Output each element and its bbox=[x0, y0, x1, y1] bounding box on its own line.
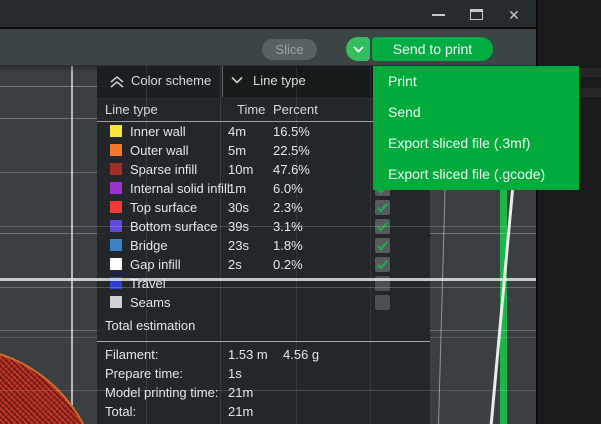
row-checkbox[interactable] bbox=[375, 238, 390, 253]
estimation-label: Prepare time: bbox=[105, 366, 183, 381]
menu-item-send[interactable]: Send bbox=[373, 97, 579, 128]
menu-item-print[interactable]: Print bbox=[373, 66, 579, 97]
color-swatch bbox=[110, 201, 122, 213]
estimation-label: Model printing time: bbox=[105, 385, 218, 400]
grid-line bbox=[0, 287, 536, 288]
restore-icon bbox=[470, 9, 483, 20]
send-to-print-menu: Print Send Export sliced file (.3mf) Exp… bbox=[373, 66, 579, 190]
row-percent: 47.6% bbox=[273, 162, 310, 177]
color-swatch bbox=[110, 258, 122, 270]
row-time: 5m bbox=[228, 143, 246, 158]
row-time: 2s bbox=[228, 257, 242, 272]
estimation-label: Total: bbox=[105, 404, 136, 419]
scheme-selector-value: Line type bbox=[253, 73, 306, 88]
right-side-panel bbox=[536, 0, 601, 424]
restore-button[interactable] bbox=[468, 7, 484, 23]
row-percent: 22.5% bbox=[273, 143, 310, 158]
row-label: Seams bbox=[130, 295, 170, 310]
row-label: Top surface bbox=[130, 200, 197, 215]
minimize-button[interactable] bbox=[430, 7, 446, 23]
minimize-icon bbox=[432, 14, 445, 16]
grid-line bbox=[0, 226, 536, 227]
row-percent: 6.0% bbox=[273, 181, 303, 196]
send-to-print-button[interactable]: Send to print bbox=[372, 37, 493, 61]
row-percent: 16.5% bbox=[273, 124, 310, 139]
estimation-value: 1.53 m bbox=[228, 347, 268, 362]
color-swatch bbox=[110, 239, 122, 251]
grid-line bbox=[296, 66, 297, 424]
row-percent: 0.2% bbox=[273, 257, 303, 272]
grid-line bbox=[370, 66, 371, 424]
estimation-value: 21m bbox=[228, 404, 253, 419]
row-time: 23s bbox=[228, 238, 249, 253]
row-label: Internal solid infill bbox=[130, 181, 230, 196]
color-swatch bbox=[110, 182, 122, 194]
total-estimation-title: Total estimation bbox=[105, 318, 195, 333]
row-label: Gap infill bbox=[130, 257, 181, 272]
slicer-window: Color scheme Line type Line type Time Pe… bbox=[0, 0, 601, 424]
color-swatch bbox=[110, 296, 122, 308]
grid-line bbox=[220, 66, 221, 424]
row-checkbox[interactable] bbox=[375, 295, 390, 310]
estimation-value: 21m bbox=[228, 385, 253, 400]
estimation-label: Filament: bbox=[105, 347, 158, 362]
close-button[interactable]: ✕ bbox=[506, 7, 522, 23]
column-line-type: Line type bbox=[105, 102, 158, 117]
row-time: 10m bbox=[228, 162, 253, 177]
menu-item-export-gcode[interactable]: Export sliced file (.gcode) bbox=[373, 159, 579, 190]
estimation-value-2: 4.56 g bbox=[283, 347, 319, 362]
row-time: 4m bbox=[228, 124, 246, 139]
title-bar: ✕ bbox=[0, 0, 536, 29]
row-label: Outer wall bbox=[130, 143, 189, 158]
row-time: 30s bbox=[228, 200, 249, 215]
row-checkbox[interactable] bbox=[375, 200, 390, 215]
row-checkbox[interactable] bbox=[375, 257, 390, 272]
row-label: Bridge bbox=[130, 238, 168, 253]
collapse-double-chevron-up-icon[interactable] bbox=[109, 75, 125, 89]
slice-button[interactable]: Slice bbox=[262, 39, 317, 60]
close-icon: ✕ bbox=[508, 8, 520, 22]
menu-item-export-3mf[interactable]: Export sliced file (.3mf) bbox=[373, 128, 579, 159]
chevron-down-icon bbox=[231, 76, 243, 84]
color-swatch bbox=[110, 163, 122, 175]
grid-line bbox=[146, 66, 147, 424]
grid-line bbox=[71, 66, 73, 424]
estimation-value: 1s bbox=[228, 366, 242, 381]
color-swatch bbox=[110, 144, 122, 156]
row-label: Inner wall bbox=[130, 124, 186, 139]
grid-line-bright bbox=[0, 278, 536, 281]
row-percent: 1.8% bbox=[273, 238, 303, 253]
action-toolbar: Slice Send to print bbox=[0, 31, 536, 66]
send-dropdown-button[interactable] bbox=[346, 37, 370, 61]
color-swatch bbox=[110, 125, 122, 137]
sliced-model-preview[interactable] bbox=[0, 346, 101, 424]
chevron-down-icon bbox=[353, 46, 364, 53]
column-time: Time bbox=[237, 102, 265, 117]
color-scheme-label: Color scheme bbox=[131, 73, 211, 88]
row-time: 1m bbox=[228, 181, 246, 196]
row-label: Sparse infill bbox=[130, 162, 197, 177]
grid-line bbox=[0, 390, 536, 391]
row-percent: 2.3% bbox=[273, 200, 303, 215]
